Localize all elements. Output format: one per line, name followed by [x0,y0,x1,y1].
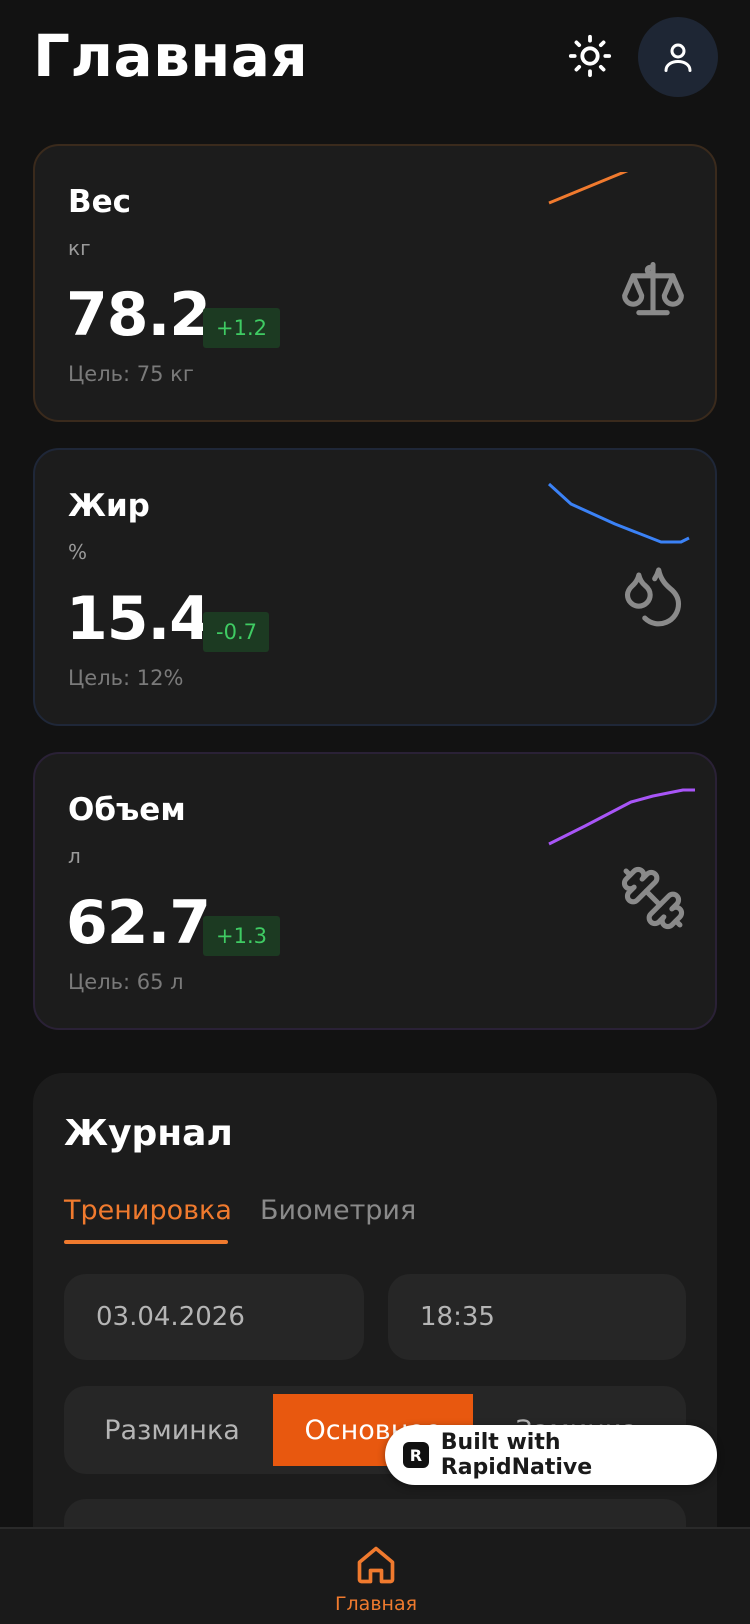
sparkline [547,482,690,544]
profile-button[interactable] [638,17,718,97]
bottom-navigation: Главная [0,1527,750,1624]
theme-toggle-button[interactable] [566,32,614,80]
sun-icon [568,34,612,78]
dumbbell-icon [621,866,685,930]
droplets-icon [624,567,682,627]
header: Главная [0,0,750,118]
segment-warmup[interactable]: Разминка [72,1394,272,1466]
home-icon [357,1546,395,1584]
journal-title: Журнал [64,1113,233,1154]
nav-item-label: Главная [334,1593,418,1615]
metric-card-fat[interactable]: Жир % 15.4 -0.7 Цель: 12% [33,448,717,726]
rapidnative-badge[interactable]: R Built with RapidNative [385,1425,717,1485]
date-field[interactable]: 03.04.2026 [64,1274,364,1360]
nav-item-home[interactable]: Главная [330,1543,422,1624]
card-goal: Цель: 12% [68,666,184,690]
card-unit: % [68,540,88,564]
badge-text: Built with RapidNative [440,1430,593,1480]
metric-card-weight[interactable]: Вес кг 78.2 +1.2 Цель: 75 кг [33,144,717,422]
card-goal: Цель: 65 л [68,970,184,994]
page-title: Главная [33,22,309,90]
card-value: 62.7 [66,888,211,958]
sparkline [548,788,695,846]
card-goal: Цель: 75 кг [68,362,194,386]
card-delta-badge: +1.2 [203,308,280,348]
card-title: Вес [68,184,132,220]
card-delta-badge: +1.3 [203,916,280,956]
card-title: Жир [68,488,150,524]
tab-biometrics[interactable]: Биометрия [260,1195,416,1226]
card-title: Объем [68,792,186,828]
tab-active-indicator [64,1240,228,1244]
scale-icon [622,261,684,316]
tab-workout[interactable]: Тренировка [64,1195,232,1226]
time-field[interactable]: 18:35 [388,1274,686,1360]
rapidnative-logo-icon: R [403,1442,429,1468]
metric-card-volume[interactable]: Объем л 62.7 +1.3 Цель: 65 л [33,752,717,1030]
card-unit: кг [68,236,91,260]
user-icon [664,43,692,72]
sparkline [548,172,629,205]
card-value: 78.2 [66,280,211,350]
card-unit: л [68,844,81,868]
card-delta-badge: -0.7 [203,612,269,652]
card-value: 15.4 [66,584,211,654]
